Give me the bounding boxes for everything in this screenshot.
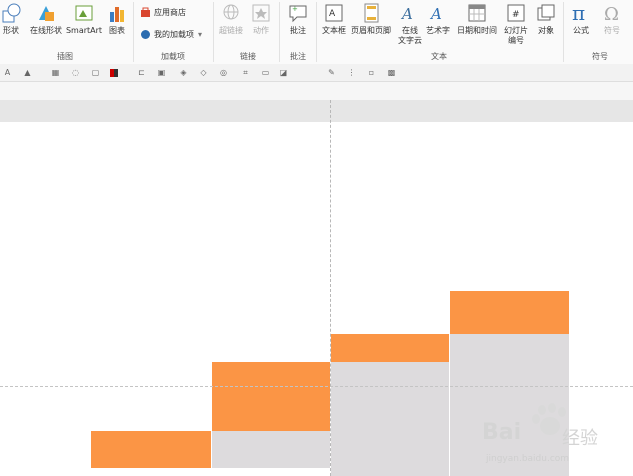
- group-label-text: 文本: [431, 52, 447, 61]
- smartart-button[interactable]: SmartArt: [66, 2, 102, 36]
- watermark-brand2: 经验: [562, 428, 598, 449]
- object-icon: [537, 4, 555, 21]
- color-picker-icon[interactable]: [108, 67, 119, 78]
- lock-icon[interactable]: ▫: [366, 67, 377, 78]
- shapes-button[interactable]: 形状: [0, 2, 24, 36]
- shapes-icon: [2, 3, 21, 23]
- hyperlink-button[interactable]: 超链接: [216, 2, 246, 36]
- online-shapes-icon: [39, 6, 54, 21]
- dropdown-arrow-icon: ▾: [198, 30, 203, 39]
- group-label-illustrations: 插图: [57, 52, 73, 61]
- textbox-button[interactable]: A 文本框: [319, 2, 349, 36]
- textbox-icon: A: [325, 4, 343, 22]
- slide-number-icon: #: [507, 4, 525, 22]
- svg-text:#: #: [512, 10, 520, 20]
- chart-button[interactable]: 图表: [104, 2, 130, 36]
- format-toolbar: A ▲ ▦ ◌ ▢ ⊏ ▣ ◈ ◇ ◎ ⌗ ▭ ◪ ✎ ⋮ ▫ ▩: [0, 64, 633, 82]
- separator: [213, 2, 214, 62]
- grey-block[interactable]: [212, 431, 330, 468]
- orange-block[interactable]: [91, 431, 211, 468]
- my-addins-button[interactable]: 我的加载项 ▾: [140, 29, 202, 40]
- equation-button[interactable]: π 公式: [567, 2, 595, 36]
- action-button[interactable]: 动作: [248, 2, 274, 36]
- grey-block[interactable]: [331, 362, 449, 476]
- comment-button[interactable]: + 批注: [283, 2, 313, 36]
- wordart-icon: A: [429, 5, 442, 23]
- svg-text:+: +: [292, 5, 298, 13]
- paint-icon[interactable]: ◌: [70, 67, 81, 78]
- arrange-icon[interactable]: ◈: [178, 67, 189, 78]
- online-shapes-button[interactable]: 在线形状: [27, 2, 65, 36]
- hyperlink-icon: [223, 4, 239, 20]
- distribute-icon[interactable]: ⋮: [346, 67, 357, 78]
- separator: [563, 2, 564, 62]
- crop-icon[interactable]: ⌗: [240, 67, 251, 78]
- canvas-background: [0, 100, 633, 122]
- lasso-icon[interactable]: ◎: [218, 67, 229, 78]
- watermark-url: jingyan.baidu.com: [486, 454, 570, 464]
- wordart-button[interactable]: A 艺术字: [424, 2, 452, 36]
- comment-icon: +: [289, 5, 307, 23]
- date-time-button[interactable]: 日期和时间: [454, 2, 500, 36]
- group-icon[interactable]: ▣: [156, 67, 167, 78]
- group-label-links: 链接: [240, 52, 256, 61]
- svg-text:A: A: [400, 5, 413, 23]
- table-icon[interactable]: ▦: [50, 67, 61, 78]
- store-icon: [141, 7, 150, 17]
- orange-block[interactable]: [212, 362, 330, 431]
- orange-block[interactable]: [450, 291, 569, 334]
- separator: [133, 2, 134, 62]
- slide-number-button[interactable]: # 幻灯片 编号: [501, 2, 531, 46]
- svg-text:A: A: [329, 9, 336, 19]
- chart-icon: [110, 7, 124, 22]
- group-label-comments: 批注: [290, 52, 306, 61]
- font-color-icon[interactable]: A: [2, 67, 13, 78]
- pi-icon: π: [572, 2, 585, 24]
- word-cloud-button[interactable]: A 在线 文字云: [395, 2, 425, 46]
- word-cloud-icon: A: [400, 5, 413, 23]
- transform-icon[interactable]: ▩: [386, 67, 397, 78]
- horizontal-smart-guide: [0, 386, 633, 387]
- separator: [279, 2, 280, 62]
- highlight-icon[interactable]: ▲: [22, 67, 33, 78]
- ribbon: 形状 在线形状 SmartArt 图表 插图 应用商店 我的加载项 ▾ 加载项 …: [0, 0, 633, 65]
- smartart-icon: [75, 5, 93, 21]
- header-footer-button[interactable]: 页眉和页脚: [348, 2, 394, 36]
- svg-text:Ω: Ω: [604, 4, 619, 24]
- orange-block[interactable]: [331, 334, 449, 362]
- frame-icon[interactable]: ▢: [90, 67, 101, 78]
- fill-icon[interactable]: ◪: [278, 67, 289, 78]
- align-icon[interactable]: ⊏: [136, 67, 147, 78]
- svg-text:A: A: [429, 5, 442, 23]
- calendar-icon: [468, 4, 486, 22]
- separator: [316, 2, 317, 62]
- action-icon: [252, 4, 270, 22]
- addin-icon: [141, 30, 150, 39]
- rotate-icon[interactable]: ◇: [198, 67, 209, 78]
- picture-icon[interactable]: ▭: [260, 67, 271, 78]
- pen-icon[interactable]: ✎: [326, 67, 337, 78]
- header-footer-icon: [364, 3, 379, 23]
- symbol-button[interactable]: Ω 符号: [598, 2, 626, 36]
- baidu-watermark: Bai 经验 jingyan.baidu.com: [476, 402, 626, 472]
- svg-text:π: π: [572, 2, 585, 24]
- vertical-smart-guide: [330, 100, 331, 476]
- object-button[interactable]: 对象: [532, 2, 560, 36]
- ruler: [0, 82, 633, 100]
- omega-icon: Ω: [604, 4, 619, 24]
- group-label-symbols: 符号: [592, 52, 608, 61]
- watermark-brand: Bai: [482, 420, 522, 445]
- group-label-addins: 加载项: [161, 52, 185, 61]
- app-store-button[interactable]: 应用商店: [140, 7, 186, 18]
